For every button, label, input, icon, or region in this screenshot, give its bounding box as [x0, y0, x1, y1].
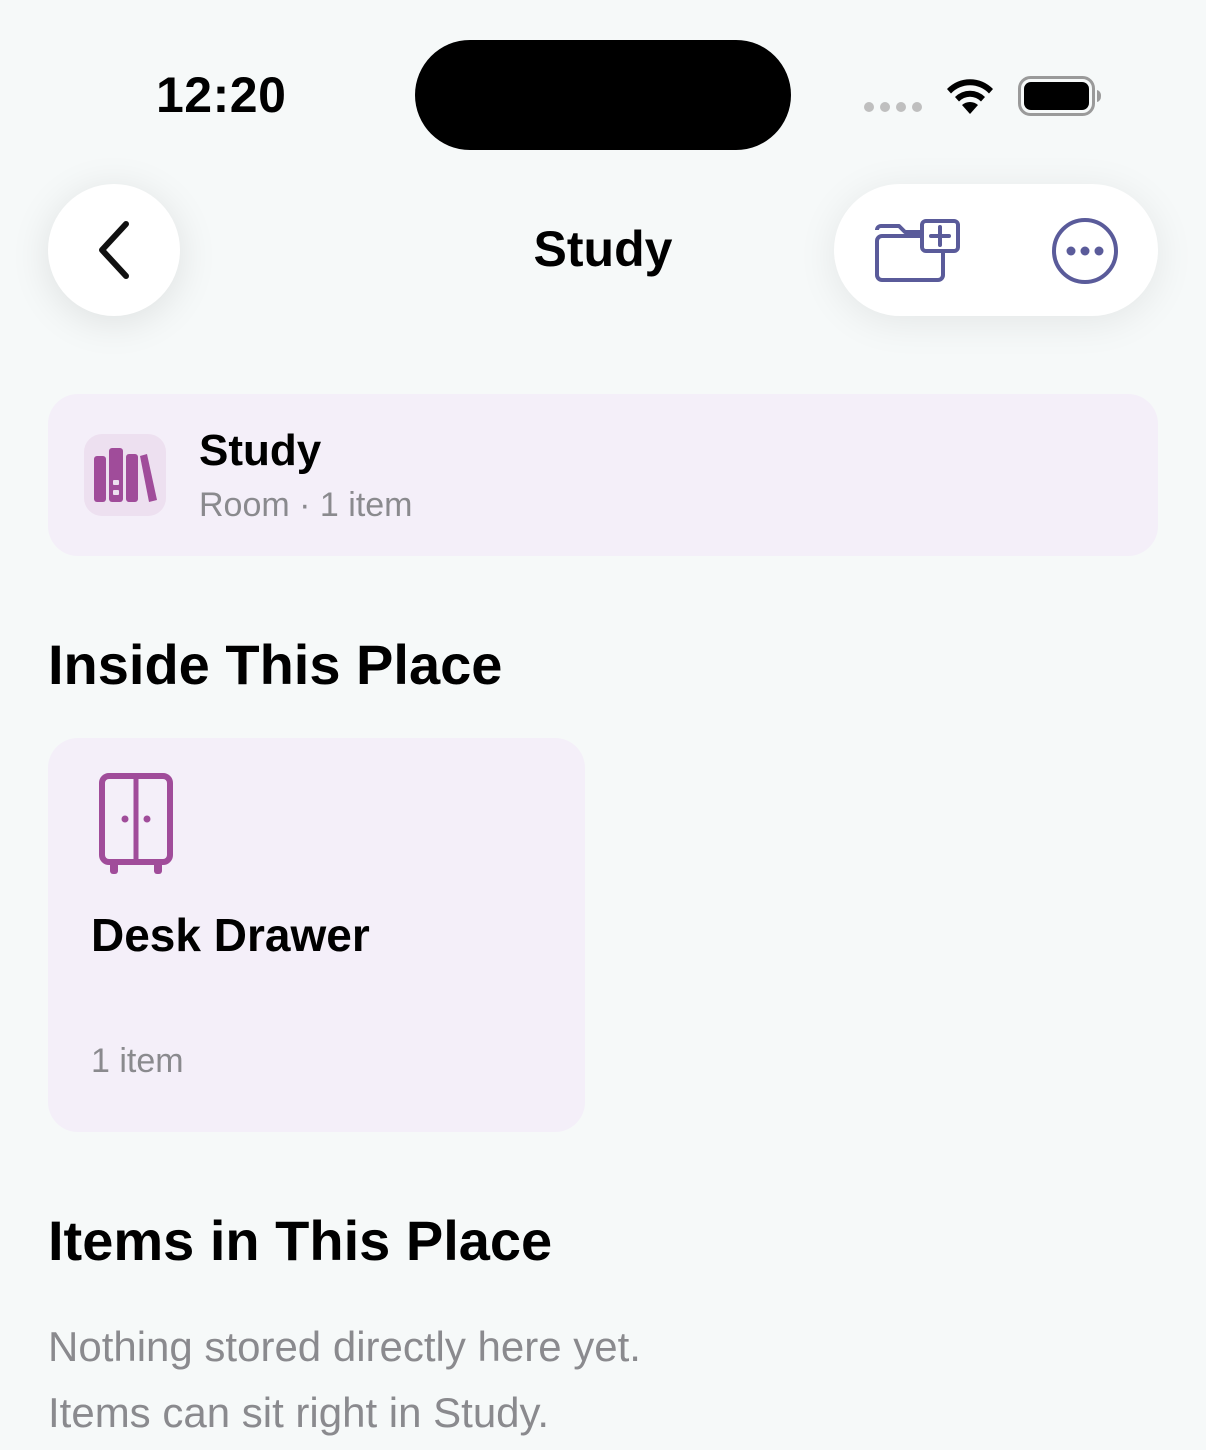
- wifi-icon: [947, 79, 993, 114]
- back-button[interactable]: [48, 184, 180, 316]
- container-item-count: 1 item: [91, 1042, 184, 1080]
- more-options-button[interactable]: [1050, 216, 1120, 286]
- section-title-inside: Inside This Place: [48, 633, 503, 696]
- section-title-items: Items in This Place: [48, 1209, 553, 1272]
- battery-icon: [1018, 76, 1101, 116]
- cabinet-icon: [99, 773, 173, 874]
- empty-state-line-2: Items can sit right in Study.: [48, 1389, 550, 1436]
- toolbar-actions: [834, 184, 1158, 316]
- place-icon-tile: [84, 434, 166, 516]
- folder-add-icon: [875, 219, 960, 282]
- place-summary-card: Study Room · 1 item: [48, 394, 1158, 556]
- place-meta: Room · 1 item: [199, 486, 413, 524]
- container-name: Desk Drawer: [91, 909, 370, 961]
- cellular-signal-icon: [864, 102, 922, 112]
- page-title: Study: [533, 221, 673, 277]
- books-icon: [94, 448, 157, 502]
- empty-state-message: Nothing stored directly here yet. Items …: [48, 1314, 641, 1446]
- place-name: Study: [199, 426, 322, 475]
- chevron-left-icon: [99, 221, 129, 279]
- dynamic-island: [415, 40, 791, 150]
- status-time: 12:20: [156, 67, 287, 123]
- empty-state-line-1: Nothing stored directly here yet.: [48, 1323, 641, 1370]
- add-container-button[interactable]: [872, 218, 964, 284]
- screen: 12:20 Study Study Room · 1 item Inside T…: [0, 0, 1206, 1450]
- ellipsis-circle-icon: [1052, 218, 1118, 284]
- container-card[interactable]: Desk Drawer 1 item: [48, 738, 585, 1132]
